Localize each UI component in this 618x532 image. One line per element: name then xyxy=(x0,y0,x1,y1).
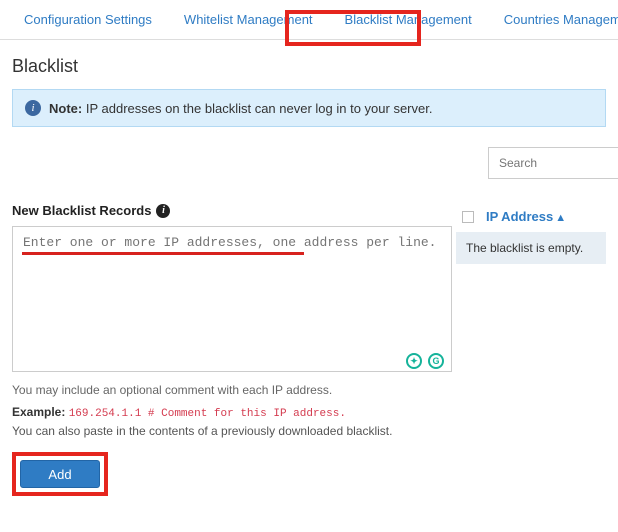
grammarly-shield-icon: ✦ xyxy=(406,353,422,369)
blacklist-empty-row: The blacklist is empty. xyxy=(456,232,606,264)
note-label: Note: xyxy=(49,101,82,116)
grammarly-g-icon: G xyxy=(428,353,444,369)
ip-addresses-textarea[interactable] xyxy=(12,226,452,372)
note-text: IP addresses on the blacklist can never … xyxy=(86,101,433,116)
sort-asc-icon: ▲ xyxy=(555,212,566,224)
column-ip-address[interactable]: IP Address▲ xyxy=(486,209,566,224)
example-label: Example: xyxy=(12,405,65,419)
new-records-heading: New Blacklist Records i xyxy=(12,179,456,226)
tab-blacklist-management[interactable]: Blacklist Management xyxy=(329,0,488,39)
note-banner: i Note: IP addresses on the blacklist ca… xyxy=(12,89,606,127)
help-icon[interactable]: i xyxy=(156,204,170,218)
help-text-paste: You can also paste in the contents of a … xyxy=(12,422,456,448)
info-icon: i xyxy=(25,100,41,116)
tab-countries-management[interactable]: Countries Management xyxy=(488,0,618,39)
blacklist-table-header: IP Address▲ xyxy=(456,179,606,232)
select-all-checkbox[interactable] xyxy=(462,211,474,223)
tab-whitelist-management[interactable]: Whitelist Management xyxy=(168,0,329,39)
tab-configuration-settings[interactable]: Configuration Settings xyxy=(8,0,168,39)
add-button[interactable]: Add xyxy=(20,460,100,488)
search-input[interactable] xyxy=(488,147,618,179)
example-code: 169.254.1.1 # Comment for this IP addres… xyxy=(69,408,346,420)
help-text-comment: You may include an optional comment with… xyxy=(12,375,456,399)
page-title: Blacklist xyxy=(0,40,618,89)
grammarly-widget: ✦ G xyxy=(406,353,444,369)
tab-bar: Configuration Settings Whitelist Managem… xyxy=(0,0,618,40)
